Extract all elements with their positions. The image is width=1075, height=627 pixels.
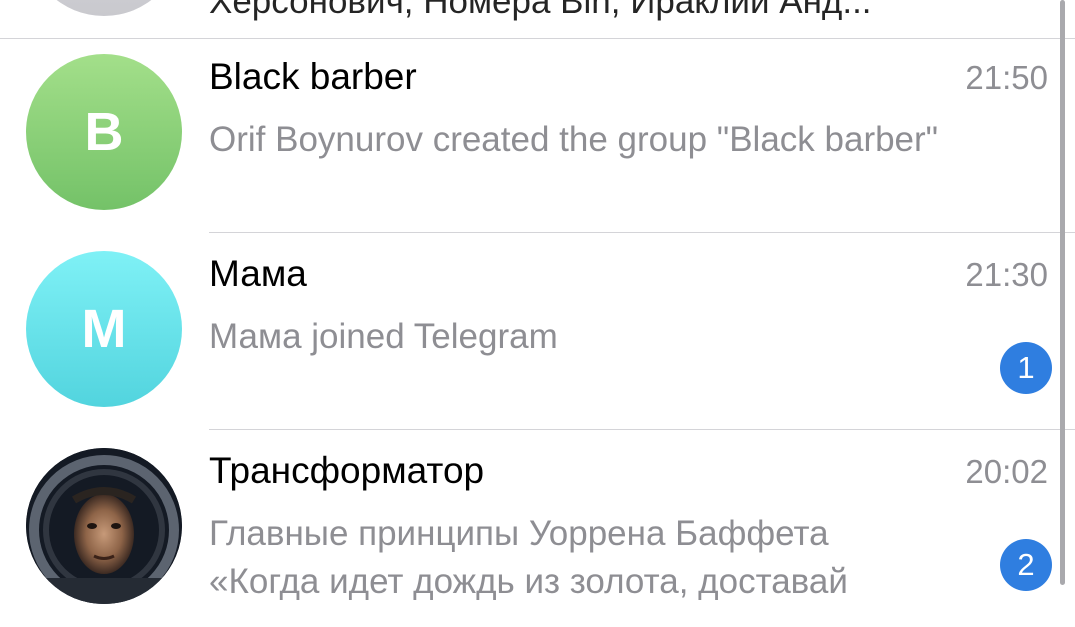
astronaut-portrait-icon bbox=[26, 448, 182, 604]
chat-list: Херсонович, Номера Bin, Ираклий Анд... B… bbox=[0, 0, 1075, 604]
chat-time: 21:50 bbox=[965, 59, 1048, 96]
chat-title: Мама bbox=[209, 253, 307, 294]
astronaut-portrait-svg bbox=[26, 448, 182, 604]
chat-preview: Orif Boynurov created the group "Black b… bbox=[209, 116, 1049, 164]
chat-row-transformator[interactable]: Трансформатор 20:02 Главные принципы Уор… bbox=[0, 430, 1060, 627]
chat-title: Трансформатор bbox=[209, 450, 485, 491]
chat-avatar-mama: M bbox=[26, 251, 182, 407]
chat-avatar bbox=[26, 0, 182, 16]
avatar-letter: B bbox=[84, 102, 124, 162]
chat-preview-text: Мама joined Telegram bbox=[209, 317, 558, 356]
unread-badge: 1 bbox=[1000, 342, 1052, 394]
chat-preview-text: Orif Boynurov created the group "Black b… bbox=[209, 120, 939, 159]
chat-time: 21:30 bbox=[965, 256, 1048, 293]
chat-preview: Мама joined Telegram bbox=[209, 313, 1049, 361]
chat-row-top-partial[interactable]: Херсонович, Номера Bin, Ираклий Анд... bbox=[0, 0, 1075, 39]
chat-row-mama[interactable]: M Мама 21:30 Мама joined Telegram 1 bbox=[0, 233, 1075, 430]
avatar-letter: M bbox=[81, 299, 127, 359]
chat-preview-text: Херсонович, Номера Bin, Ираклий Анд... bbox=[209, 0, 872, 21]
chat-time: 20:02 bbox=[965, 453, 1048, 490]
chat-preview-line-2: «Когда идет дождь из золота, доставай bbox=[209, 562, 848, 601]
chat-preview: Главные принципы Уоррена Баффета «Когда … bbox=[209, 510, 1049, 606]
chat-title: Black barber bbox=[209, 56, 417, 97]
scrollbar[interactable] bbox=[1060, 0, 1065, 585]
chat-preview: Херсонович, Номера Bin, Ираклий Анд... bbox=[209, 0, 1049, 26]
chat-row-black-barber[interactable]: B Black barber 21:50 Orif Boynurov creat… bbox=[0, 36, 1075, 233]
chat-avatar-black-barber: B bbox=[26, 54, 182, 210]
chat-preview-line-1: Главные принципы Уоррена Баффета bbox=[209, 514, 829, 553]
unread-badge: 2 bbox=[1000, 539, 1052, 591]
